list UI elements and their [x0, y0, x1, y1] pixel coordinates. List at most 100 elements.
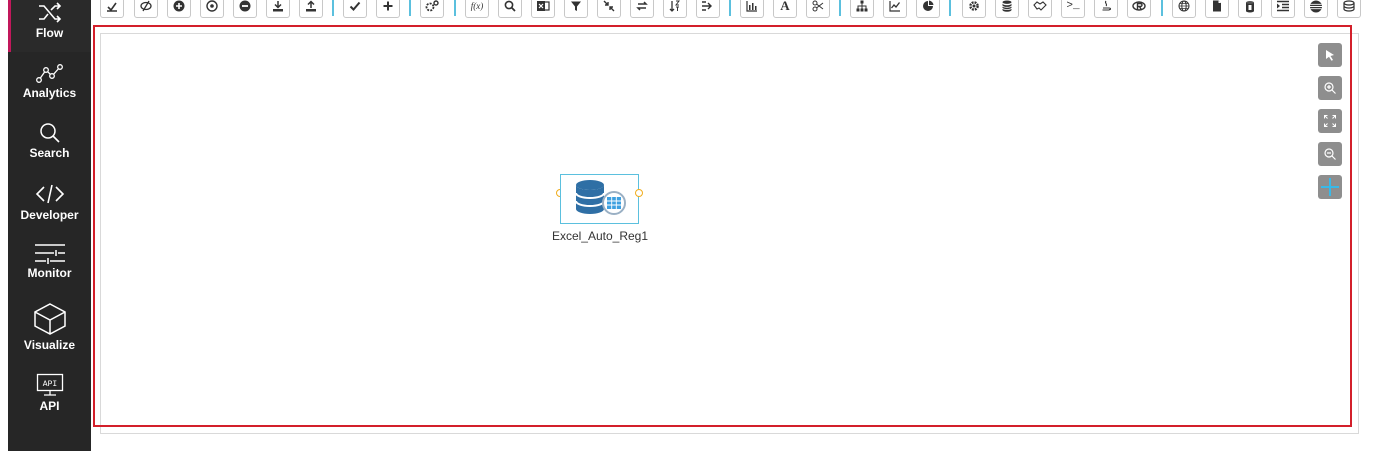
check-down-icon	[107, 2, 117, 12]
gear-icon	[969, 1, 979, 11]
settings-button[interactable]	[962, 0, 986, 18]
check-icon	[349, 1, 361, 11]
database-config-button[interactable]	[1337, 0, 1361, 18]
text-button[interactable]: A	[773, 0, 797, 18]
plus-icon	[383, 1, 393, 11]
database-excel-icon	[575, 180, 626, 215]
dot-circle-icon	[206, 0, 218, 12]
excel-icon	[537, 1, 550, 11]
node-output-port[interactable]	[635, 189, 643, 197]
nav-label-analytics: Analytics	[22, 86, 77, 100]
toolbar-separator	[1161, 0, 1163, 16]
bar-chart-icon	[746, 1, 757, 12]
remove-circle-button[interactable]	[233, 0, 257, 18]
exchange-icon	[636, 1, 648, 11]
web-button[interactable]	[1172, 0, 1196, 18]
download-button[interactable]	[266, 0, 290, 18]
cube-icon	[33, 303, 66, 335]
api-icon: API	[36, 373, 63, 396]
function-icon: f(x)	[470, 1, 484, 11]
active-indicator	[8, 0, 11, 52]
add-circle-button[interactable]	[167, 0, 191, 18]
handshake-icon	[1033, 1, 1047, 11]
route-button[interactable]	[696, 0, 720, 18]
flow-node[interactable]	[560, 174, 639, 224]
compress-button[interactable]	[597, 0, 621, 18]
flow-canvas[interactable]	[100, 33, 1359, 434]
hierarchy-button[interactable]	[850, 0, 874, 18]
pan-tool-button[interactable]	[1318, 175, 1342, 199]
nav-visualize[interactable]: Visualize	[8, 302, 91, 354]
settings-group-button[interactable]	[420, 0, 444, 18]
toolbar: f(x) A >_	[100, 0, 1376, 20]
connect-button[interactable]	[1028, 0, 1052, 18]
toolbar-separator	[839, 0, 841, 16]
zoom-out-icon	[1324, 148, 1336, 160]
cylinder-icon	[1246, 0, 1254, 13]
nav-label-developer: Developer	[20, 208, 79, 222]
nav-flow[interactable]: Flow	[8, 0, 91, 52]
sort-button[interactable]	[663, 0, 687, 18]
globe-icon	[1178, 0, 1190, 12]
database-button[interactable]	[995, 0, 1019, 18]
cursor-icon	[1326, 50, 1334, 61]
line-chart-button[interactable]	[883, 0, 907, 18]
search-button[interactable]	[498, 0, 522, 18]
java-button[interactable]	[1094, 0, 1118, 18]
line-chart-icon	[889, 1, 901, 12]
stack-button[interactable]	[1304, 0, 1328, 18]
check-down-button[interactable]	[100, 0, 124, 18]
crosshair-icon	[1321, 178, 1339, 196]
route-icon	[702, 1, 712, 11]
add-button[interactable]	[376, 0, 400, 18]
fit-to-screen-button[interactable]	[1318, 109, 1342, 133]
function-button[interactable]: f(x)	[465, 0, 489, 18]
nav-label-search: Search	[29, 146, 70, 160]
file-icon	[1213, 0, 1221, 12]
nav-label-flow: Flow	[35, 26, 64, 40]
search-icon	[504, 0, 516, 12]
database-gear-icon	[1343, 0, 1355, 12]
upload-button[interactable]	[299, 0, 323, 18]
file-button[interactable]	[1205, 0, 1229, 18]
sort-az-icon	[669, 0, 680, 12]
plus-circle-icon	[173, 0, 185, 12]
indent-button[interactable]	[1271, 0, 1295, 18]
zoom-out-button[interactable]	[1318, 142, 1342, 166]
r-language-button[interactable]	[1127, 0, 1151, 18]
toolbar-separator	[409, 0, 411, 16]
pie-chart-icon	[923, 0, 934, 11]
nav-search[interactable]: Search	[8, 122, 91, 168]
hadoop-button[interactable]	[1238, 0, 1262, 18]
nav-api[interactable]: API API	[8, 373, 91, 419]
paint-button[interactable]	[134, 0, 158, 18]
filter-button[interactable]	[564, 0, 588, 18]
nav-label-visualize: Visualize	[23, 338, 76, 352]
terminal-button[interactable]: >_	[1061, 0, 1085, 18]
nav-analytics[interactable]: Analytics	[8, 64, 91, 110]
select-tool-button[interactable]	[1318, 43, 1342, 67]
node-label: Excel_Auto_Reg1	[551, 229, 649, 243]
dot-circle-button[interactable]	[200, 0, 224, 18]
upload-icon	[306, 0, 316, 12]
excel-button[interactable]	[531, 0, 555, 18]
indent-icon	[1277, 0, 1289, 12]
validate-button[interactable]	[343, 0, 367, 18]
sidebar: Flow Analytics Search Developer Monitor	[8, 0, 91, 451]
nav-developer[interactable]: Developer	[8, 182, 91, 228]
gears-icon	[425, 0, 439, 12]
text-icon: A	[780, 0, 790, 13]
minus-circle-icon	[239, 0, 251, 12]
cut-button[interactable]	[806, 0, 830, 18]
shuffle-icon	[38, 2, 61, 23]
nav-monitor[interactable]: Monitor	[8, 242, 91, 288]
expand-icon	[1324, 115, 1336, 127]
pie-chart-button[interactable]	[916, 0, 940, 18]
zoom-in-button[interactable]	[1318, 76, 1342, 100]
code-icon	[35, 184, 64, 204]
swap-button[interactable]	[630, 0, 654, 18]
monitor-icon	[34, 244, 65, 264]
zoom-in-icon	[1324, 82, 1336, 94]
bar-chart-button[interactable]	[740, 0, 764, 18]
scissors-icon	[812, 0, 824, 12]
